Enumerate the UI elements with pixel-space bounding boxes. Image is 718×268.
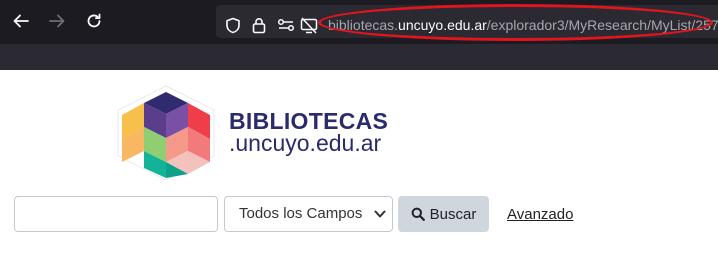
bibliotecas-logo[interactable] bbox=[110, 82, 222, 181]
search-icon bbox=[411, 207, 425, 221]
search-type-selected: Todos los Campos bbox=[239, 205, 363, 222]
search-button-label: Buscar bbox=[429, 205, 477, 223]
chevron-down-icon bbox=[374, 210, 386, 218]
brand-subtitle: .uncuyo.edu.ar bbox=[229, 130, 382, 156]
url-domain-main: uncuyo.edu.ar bbox=[398, 17, 487, 33]
back-arrow-icon[interactable] bbox=[11, 11, 31, 31]
screen-share-blocked-icon[interactable] bbox=[300, 16, 318, 34]
lock-icon[interactable] bbox=[250, 16, 268, 34]
browser-toolbar: bibliotecas.uncuyo.edu.ar/explorador3/My… bbox=[0, 0, 718, 44]
search-input[interactable] bbox=[14, 196, 218, 232]
permissions-icon[interactable] bbox=[277, 16, 295, 34]
search-type-select[interactable]: Todos los Campos bbox=[224, 196, 393, 232]
url-text[interactable]: bibliotecas.uncuyo.edu.ar/explorador3/My… bbox=[328, 17, 718, 33]
url-domain-prefix: bibliotecas. bbox=[328, 17, 399, 33]
shield-icon[interactable] bbox=[224, 16, 242, 34]
url-path: /explorador3/MyResearch/MyList/257 bbox=[486, 17, 718, 33]
url-bar[interactable]: bibliotecas.uncuyo.edu.ar/explorador3/My… bbox=[216, 5, 718, 38]
toolbar-bottom-strip bbox=[0, 44, 718, 70]
reload-icon[interactable] bbox=[84, 11, 104, 31]
forward-arrow-icon[interactable] bbox=[47, 11, 67, 31]
advanced-search-link[interactable]: Avanzado bbox=[507, 206, 573, 223]
search-button[interactable]: Buscar bbox=[398, 196, 489, 232]
